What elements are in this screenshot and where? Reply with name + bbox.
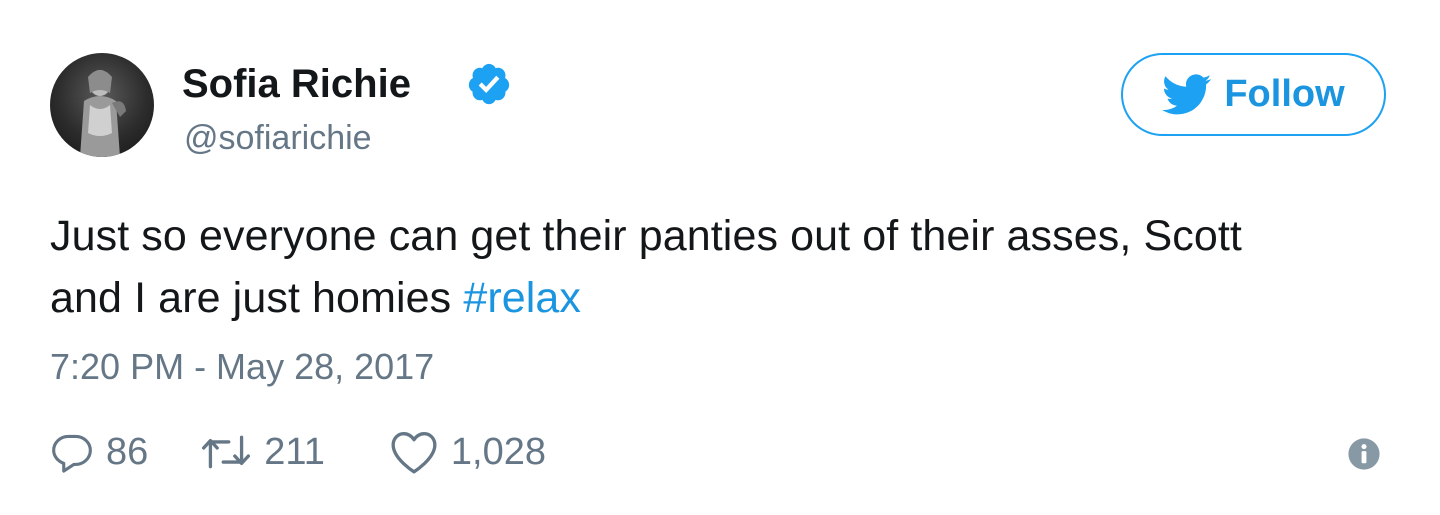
- twitter-bird-icon: [1162, 73, 1212, 114]
- author-handle[interactable]: @sofiarichie: [184, 116, 372, 160]
- tweet-timestamp[interactable]: 7:20 PM - May 28, 2017: [50, 345, 434, 389]
- display-name[interactable]: Sofia Richie: [182, 60, 411, 108]
- retweet-icon: [202, 435, 251, 469]
- reply-icon: [52, 434, 92, 473]
- verified-badge-icon: [468, 63, 510, 105]
- follow-button[interactable]: Follow: [1121, 53, 1386, 136]
- avatar-photo-icon: [80, 70, 126, 157]
- avatar[interactable]: [50, 53, 154, 157]
- tweet-text: Just so everyone can get their panties o…: [50, 205, 1370, 329]
- like-button[interactable]: 1,028: [389, 429, 546, 475]
- tweet-text-line-2-text: and I are just homies: [50, 274, 464, 322]
- tweet-text-line-2: and I are just homies #relax: [50, 267, 1370, 329]
- like-count: 1,028: [450, 430, 546, 473]
- reply-button[interactable]: 86: [50, 430, 148, 474]
- retweet-count: 211: [264, 430, 325, 473]
- follow-button-label: Follow: [1224, 73, 1345, 115]
- retweet-button[interactable]: 211: [200, 430, 325, 474]
- tweet-card: Sofia Richie @sofiarichie Follow Just so…: [0, 0, 1440, 515]
- hashtag-link[interactable]: #relax: [463, 274, 581, 322]
- tweet-text-line-1: Just so everyone can get their panties o…: [50, 212, 1242, 260]
- info-icon[interactable]: [1347, 437, 1381, 471]
- reply-count: 86: [106, 430, 149, 473]
- heart-icon: [391, 431, 437, 474]
- tweet-actions: 86 211 1,028: [50, 425, 546, 479]
